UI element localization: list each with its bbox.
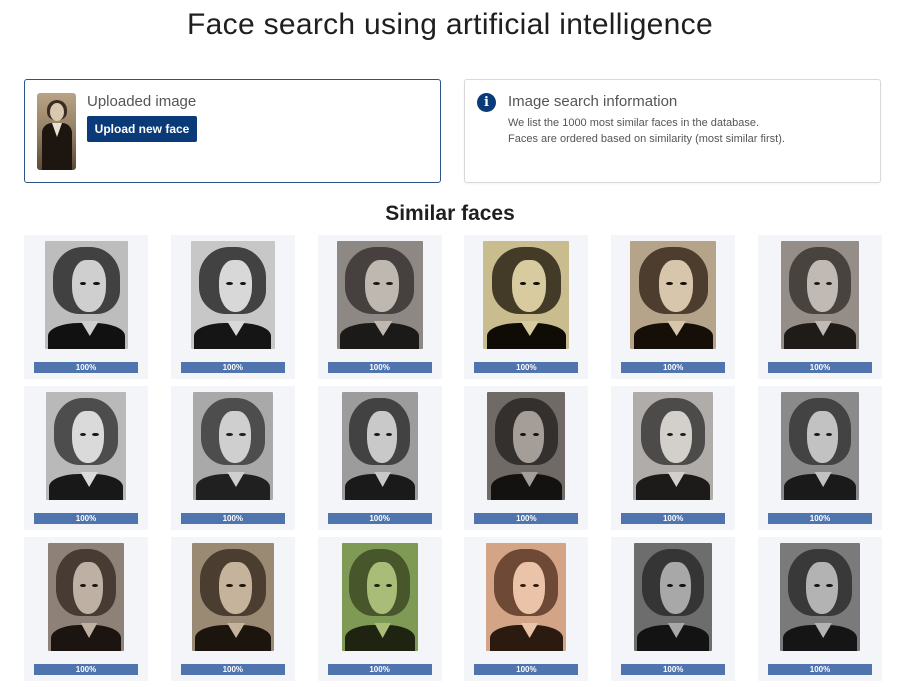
similarity-bar: 100%: [768, 664, 872, 675]
similarity-bar: 100%: [180, 664, 285, 675]
face-image[interactable]: [341, 392, 418, 500]
result-card[interactable]: 100%: [758, 235, 882, 379]
result-card[interactable]: 100%: [170, 537, 295, 681]
info-text-line: Faces are ordered based on similarity (m…: [508, 133, 785, 145]
face-image[interactable]: [630, 241, 717, 349]
similarity-bar: 100%: [474, 664, 579, 675]
similarity-bar: 100%: [34, 362, 138, 373]
info-text-line: We list the 1000 most similar faces in t…: [508, 117, 760, 129]
similarity-bar: 100%: [327, 664, 432, 675]
info-title: Image search information: [508, 93, 678, 110]
result-card[interactable]: 100%: [24, 386, 148, 530]
uploaded-image-label: Uploaded image: [87, 93, 197, 110]
similarity-bar: 100%: [474, 362, 579, 373]
similarity-bar: 100%: [768, 513, 872, 524]
result-card[interactable]: 100%: [24, 235, 148, 379]
similar-faces-title: Similar faces: [385, 202, 515, 225]
similarity-bar: 100%: [327, 362, 432, 373]
result-card[interactable]: 100%: [317, 235, 442, 379]
result-card[interactable]: 100%: [170, 386, 295, 530]
result-card[interactable]: 100%: [758, 537, 882, 681]
face-image[interactable]: [780, 543, 860, 651]
similarity-bar: 100%: [180, 513, 285, 524]
result-card[interactable]: 100%: [170, 235, 295, 379]
similarity-bar: 100%: [474, 513, 579, 524]
face-image[interactable]: [45, 241, 128, 349]
face-image[interactable]: [781, 392, 859, 500]
face-image[interactable]: [46, 392, 126, 500]
result-card[interactable]: 100%: [464, 386, 589, 530]
similarity-bar: 100%: [768, 362, 872, 373]
similarity-bar: 100%: [621, 664, 726, 675]
similar-faces-grid: 100% 100% 100% 100% 100% 100% 100% 100% 100% 100%…: [24, 235, 882, 685]
face-image[interactable]: [192, 392, 273, 500]
similarity-bar: 100%: [180, 362, 285, 373]
result-card[interactable]: 100%: [611, 386, 736, 530]
face-image[interactable]: [336, 241, 423, 349]
uploaded-face-thumbnail[interactable]: [37, 93, 76, 170]
page-title: Face search using artificial intelligenc…: [187, 8, 713, 41]
face-image[interactable]: [483, 241, 570, 349]
result-card[interactable]: 100%: [24, 537, 148, 681]
result-card[interactable]: 100%: [317, 537, 442, 681]
result-card[interactable]: 100%: [758, 386, 882, 530]
similarity-bar: 100%: [621, 362, 726, 373]
face-image[interactable]: [781, 241, 859, 349]
face-image[interactable]: [190, 241, 275, 349]
result-card[interactable]: 100%: [464, 235, 589, 379]
face-image[interactable]: [191, 543, 274, 651]
face-image[interactable]: [633, 392, 714, 500]
result-card[interactable]: 100%: [611, 537, 736, 681]
similarity-bar: 100%: [327, 513, 432, 524]
face-image[interactable]: [341, 543, 418, 651]
face-image[interactable]: [634, 543, 713, 651]
info-icon: i: [477, 93, 496, 112]
face-image[interactable]: [486, 543, 567, 651]
similarity-bar: 100%: [34, 513, 138, 524]
result-card[interactable]: 100%: [611, 235, 736, 379]
upload-new-face-button[interactable]: Upload new face: [87, 116, 197, 142]
result-card[interactable]: 100%: [464, 537, 589, 681]
similarity-bar: 100%: [34, 664, 138, 675]
similarity-bar: 100%: [621, 513, 726, 524]
image-search-info-card: i Image search information We list the 1…: [464, 79, 881, 183]
uploaded-image-card: Uploaded image Upload new face: [24, 79, 441, 183]
result-card[interactable]: 100%: [317, 386, 442, 530]
face-image[interactable]: [48, 543, 124, 651]
face-image[interactable]: [487, 392, 566, 500]
